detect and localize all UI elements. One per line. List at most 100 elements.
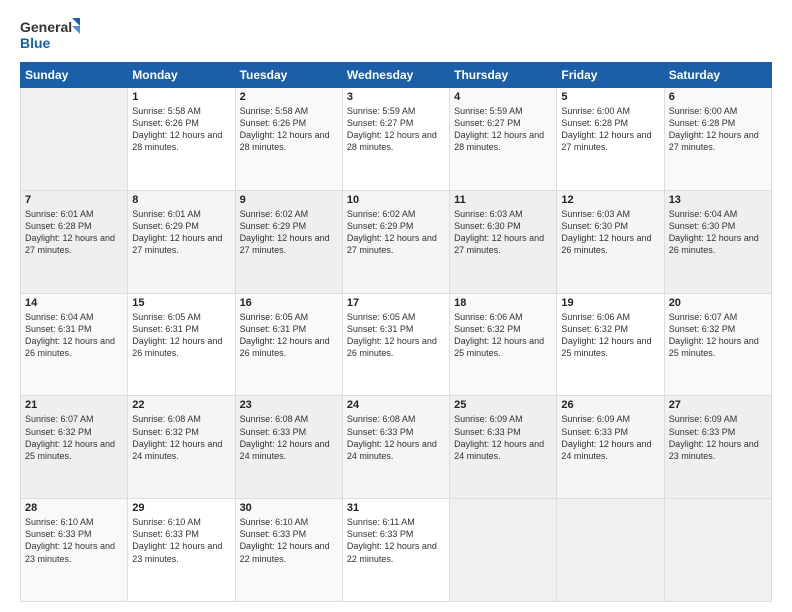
day-info: Sunrise: 6:07 AMSunset: 6:32 PMDaylight:… <box>669 311 767 360</box>
logo: General Blue <box>20 16 80 54</box>
svg-text:General: General <box>20 19 72 35</box>
day-number: 11 <box>454 194 552 206</box>
day-number: 5 <box>561 91 659 103</box>
calendar-cell: 9Sunrise: 6:02 AMSunset: 6:29 PMDaylight… <box>235 190 342 293</box>
day-info: Sunrise: 6:05 AMSunset: 6:31 PMDaylight:… <box>347 311 445 360</box>
column-header-friday: Friday <box>557 63 664 88</box>
calendar-cell: 28 Sunrise: 6:10 AMSunset: 6:33 PMDayligh… <box>21 499 128 602</box>
day-info: Sunrise: 6:08 AMSunset: 6:33 PMDaylight:… <box>347 413 445 462</box>
calendar-cell: 21 Sunrise: 6:07 AMSunset: 6:32 PMDayligh… <box>21 396 128 499</box>
day-info: Sunrise: 6:09 AMSunset: 6:33 PMDaylight:… <box>669 413 767 462</box>
day-info: Sunrise: 6:02 AMSunset: 6:29 PMDaylight:… <box>347 208 445 257</box>
day-number: 14 <box>25 297 123 309</box>
day-number: 30 <box>240 502 338 514</box>
day-info: Sunrise: 6:11 AMSunset: 6:33 PMDaylight:… <box>347 516 445 565</box>
calendar-cell: 5Sunrise: 6:00 AMSunset: 6:28 PMDaylight… <box>557 88 664 191</box>
calendar-cell <box>664 499 771 602</box>
day-number: 31 <box>347 502 445 514</box>
day-info: Sunrise: 6:10 AMSunset: 6:33 PMDaylight:… <box>132 516 230 565</box>
calendar-cell: 31 Sunrise: 6:11 AMSunset: 6:33 PMDayligh… <box>342 499 449 602</box>
column-header-saturday: Saturday <box>664 63 771 88</box>
day-number: 13 <box>669 194 767 206</box>
calendar-cell: 25 Sunrise: 6:09 AMSunset: 6:33 PMDayligh… <box>450 396 557 499</box>
day-info: Sunrise: 6:07 AMSunset: 6:32 PMDaylight:… <box>25 413 123 462</box>
calendar-cell <box>557 499 664 602</box>
calendar-cell: 8 Sunrise: 6:01 AMSunset: 6:29 PMDaylight… <box>128 190 235 293</box>
calendar-week-row: 28 Sunrise: 6:10 AMSunset: 6:33 PMDayligh… <box>21 499 772 602</box>
calendar-cell: 17 Sunrise: 6:05 AMSunset: 6:31 PMDayligh… <box>342 293 449 396</box>
column-header-sunday: Sunday <box>21 63 128 88</box>
day-info: Sunrise: 6:04 AMSunset: 6:30 PMDaylight:… <box>669 208 767 257</box>
day-info: Sunrise: 5:59 AMSunset: 6:27 PMDaylight:… <box>454 105 552 154</box>
day-number: 26 <box>561 399 659 411</box>
day-info: Sunrise: 6:08 AMSunset: 6:33 PMDaylight:… <box>240 413 338 462</box>
day-number: 25 <box>454 399 552 411</box>
header-row: SundayMondayTuesdayWednesdayThursdayFrid… <box>21 63 772 88</box>
page: General Blue SundayMondayTuesdayWednesda… <box>0 0 792 612</box>
calendar-cell: 10 Sunrise: 6:02 AMSunset: 6:29 PMDayligh… <box>342 190 449 293</box>
day-number: 20 <box>669 297 767 309</box>
day-info: Sunrise: 5:59 AMSunset: 6:27 PMDaylight:… <box>347 105 445 154</box>
day-info: Sunrise: 6:09 AMSunset: 6:33 PMDaylight:… <box>561 413 659 462</box>
day-info: Sunrise: 6:04 AMSunset: 6:31 PMDaylight:… <box>25 311 123 360</box>
calendar-cell: 29 Sunrise: 6:10 AMSunset: 6:33 PMDayligh… <box>128 499 235 602</box>
svg-text:Blue: Blue <box>20 35 51 51</box>
calendar-cell: 4Sunrise: 5:59 AMSunset: 6:27 PMDaylight… <box>450 88 557 191</box>
day-info: Sunrise: 6:09 AMSunset: 6:33 PMDaylight:… <box>454 413 552 462</box>
day-number: 8 <box>132 194 230 206</box>
day-info: Sunrise: 6:00 AMSunset: 6:28 PMDaylight:… <box>669 105 767 154</box>
day-info: Sunrise: 6:06 AMSunset: 6:32 PMDaylight:… <box>561 311 659 360</box>
day-info: Sunrise: 6:05 AMSunset: 6:31 PMDaylight:… <box>132 311 230 360</box>
calendar-cell: 16Sunrise: 6:05 AMSunset: 6:31 PMDayligh… <box>235 293 342 396</box>
header: General Blue <box>20 16 772 54</box>
calendar-cell: 15Sunrise: 6:05 AMSunset: 6:31 PMDayligh… <box>128 293 235 396</box>
calendar-cell: 19 Sunrise: 6:06 AMSunset: 6:32 PMDayligh… <box>557 293 664 396</box>
calendar-week-row: 1 Sunrise: 5:58 AMSunset: 6:26 PMDaylight… <box>21 88 772 191</box>
day-number: 29 <box>132 502 230 514</box>
calendar-cell: 1 Sunrise: 5:58 AMSunset: 6:26 PMDaylight… <box>128 88 235 191</box>
day-number: 17 <box>347 297 445 309</box>
day-number: 16 <box>240 297 338 309</box>
day-info: Sunrise: 6:10 AMSunset: 6:33 PMDaylight:… <box>240 516 338 565</box>
calendar-cell: 6Sunrise: 6:00 AMSunset: 6:28 PMDaylight… <box>664 88 771 191</box>
calendar-cell: 30 Sunrise: 6:10 AMSunset: 6:33 PMDayligh… <box>235 499 342 602</box>
calendar-cell <box>450 499 557 602</box>
calendar-week-row: 21 Sunrise: 6:07 AMSunset: 6:32 PMDayligh… <box>21 396 772 499</box>
column-header-thursday: Thursday <box>450 63 557 88</box>
day-info: Sunrise: 6:01 AMSunset: 6:28 PMDaylight:… <box>25 208 123 257</box>
calendar-table: SundayMondayTuesdayWednesdayThursdayFrid… <box>20 62 772 602</box>
day-number: 2 <box>240 91 338 103</box>
day-number: 24 <box>347 399 445 411</box>
day-number: 21 <box>25 399 123 411</box>
day-info: Sunrise: 5:58 AMSunset: 6:26 PMDaylight:… <box>132 105 230 154</box>
day-number: 22 <box>132 399 230 411</box>
calendar-cell: 26 Sunrise: 6:09 AMSunset: 6:33 PMDayligh… <box>557 396 664 499</box>
calendar-cell: 14 Sunrise: 6:04 AMSunset: 6:31 PMDayligh… <box>21 293 128 396</box>
day-number: 10 <box>347 194 445 206</box>
calendar-cell: 18Sunrise: 6:06 AMSunset: 6:32 PMDayligh… <box>450 293 557 396</box>
calendar-cell: 2Sunrise: 5:58 AMSunset: 6:26 PMDaylight… <box>235 88 342 191</box>
calendar-cell <box>21 88 128 191</box>
calendar-cell: 24 Sunrise: 6:08 AMSunset: 6:33 PMDayligh… <box>342 396 449 499</box>
calendar-cell: 11 Sunrise: 6:03 AMSunset: 6:30 PMDayligh… <box>450 190 557 293</box>
day-number: 1 <box>132 91 230 103</box>
day-number: 28 <box>25 502 123 514</box>
day-number: 27 <box>669 399 767 411</box>
day-info: Sunrise: 6:01 AMSunset: 6:29 PMDaylight:… <box>132 208 230 257</box>
day-number: 3 <box>347 91 445 103</box>
day-info: Sunrise: 6:10 AMSunset: 6:33 PMDaylight:… <box>25 516 123 565</box>
calendar-week-row: 14 Sunrise: 6:04 AMSunset: 6:31 PMDayligh… <box>21 293 772 396</box>
logo-svg: General Blue <box>20 16 80 54</box>
day-info: Sunrise: 6:03 AMSunset: 6:30 PMDaylight:… <box>454 208 552 257</box>
column-header-monday: Monday <box>128 63 235 88</box>
day-info: Sunrise: 6:03 AMSunset: 6:30 PMDaylight:… <box>561 208 659 257</box>
day-number: 9 <box>240 194 338 206</box>
column-header-wednesday: Wednesday <box>342 63 449 88</box>
calendar-cell: 20 Sunrise: 6:07 AMSunset: 6:32 PMDayligh… <box>664 293 771 396</box>
day-number: 19 <box>561 297 659 309</box>
day-info: Sunrise: 6:08 AMSunset: 6:32 PMDaylight:… <box>132 413 230 462</box>
calendar-cell: 7 Sunrise: 6:01 AMSunset: 6:28 PMDaylight… <box>21 190 128 293</box>
calendar-cell: 3 Sunrise: 5:59 AMSunset: 6:27 PMDaylight… <box>342 88 449 191</box>
day-number: 7 <box>25 194 123 206</box>
calendar-week-row: 7 Sunrise: 6:01 AMSunset: 6:28 PMDaylight… <box>21 190 772 293</box>
